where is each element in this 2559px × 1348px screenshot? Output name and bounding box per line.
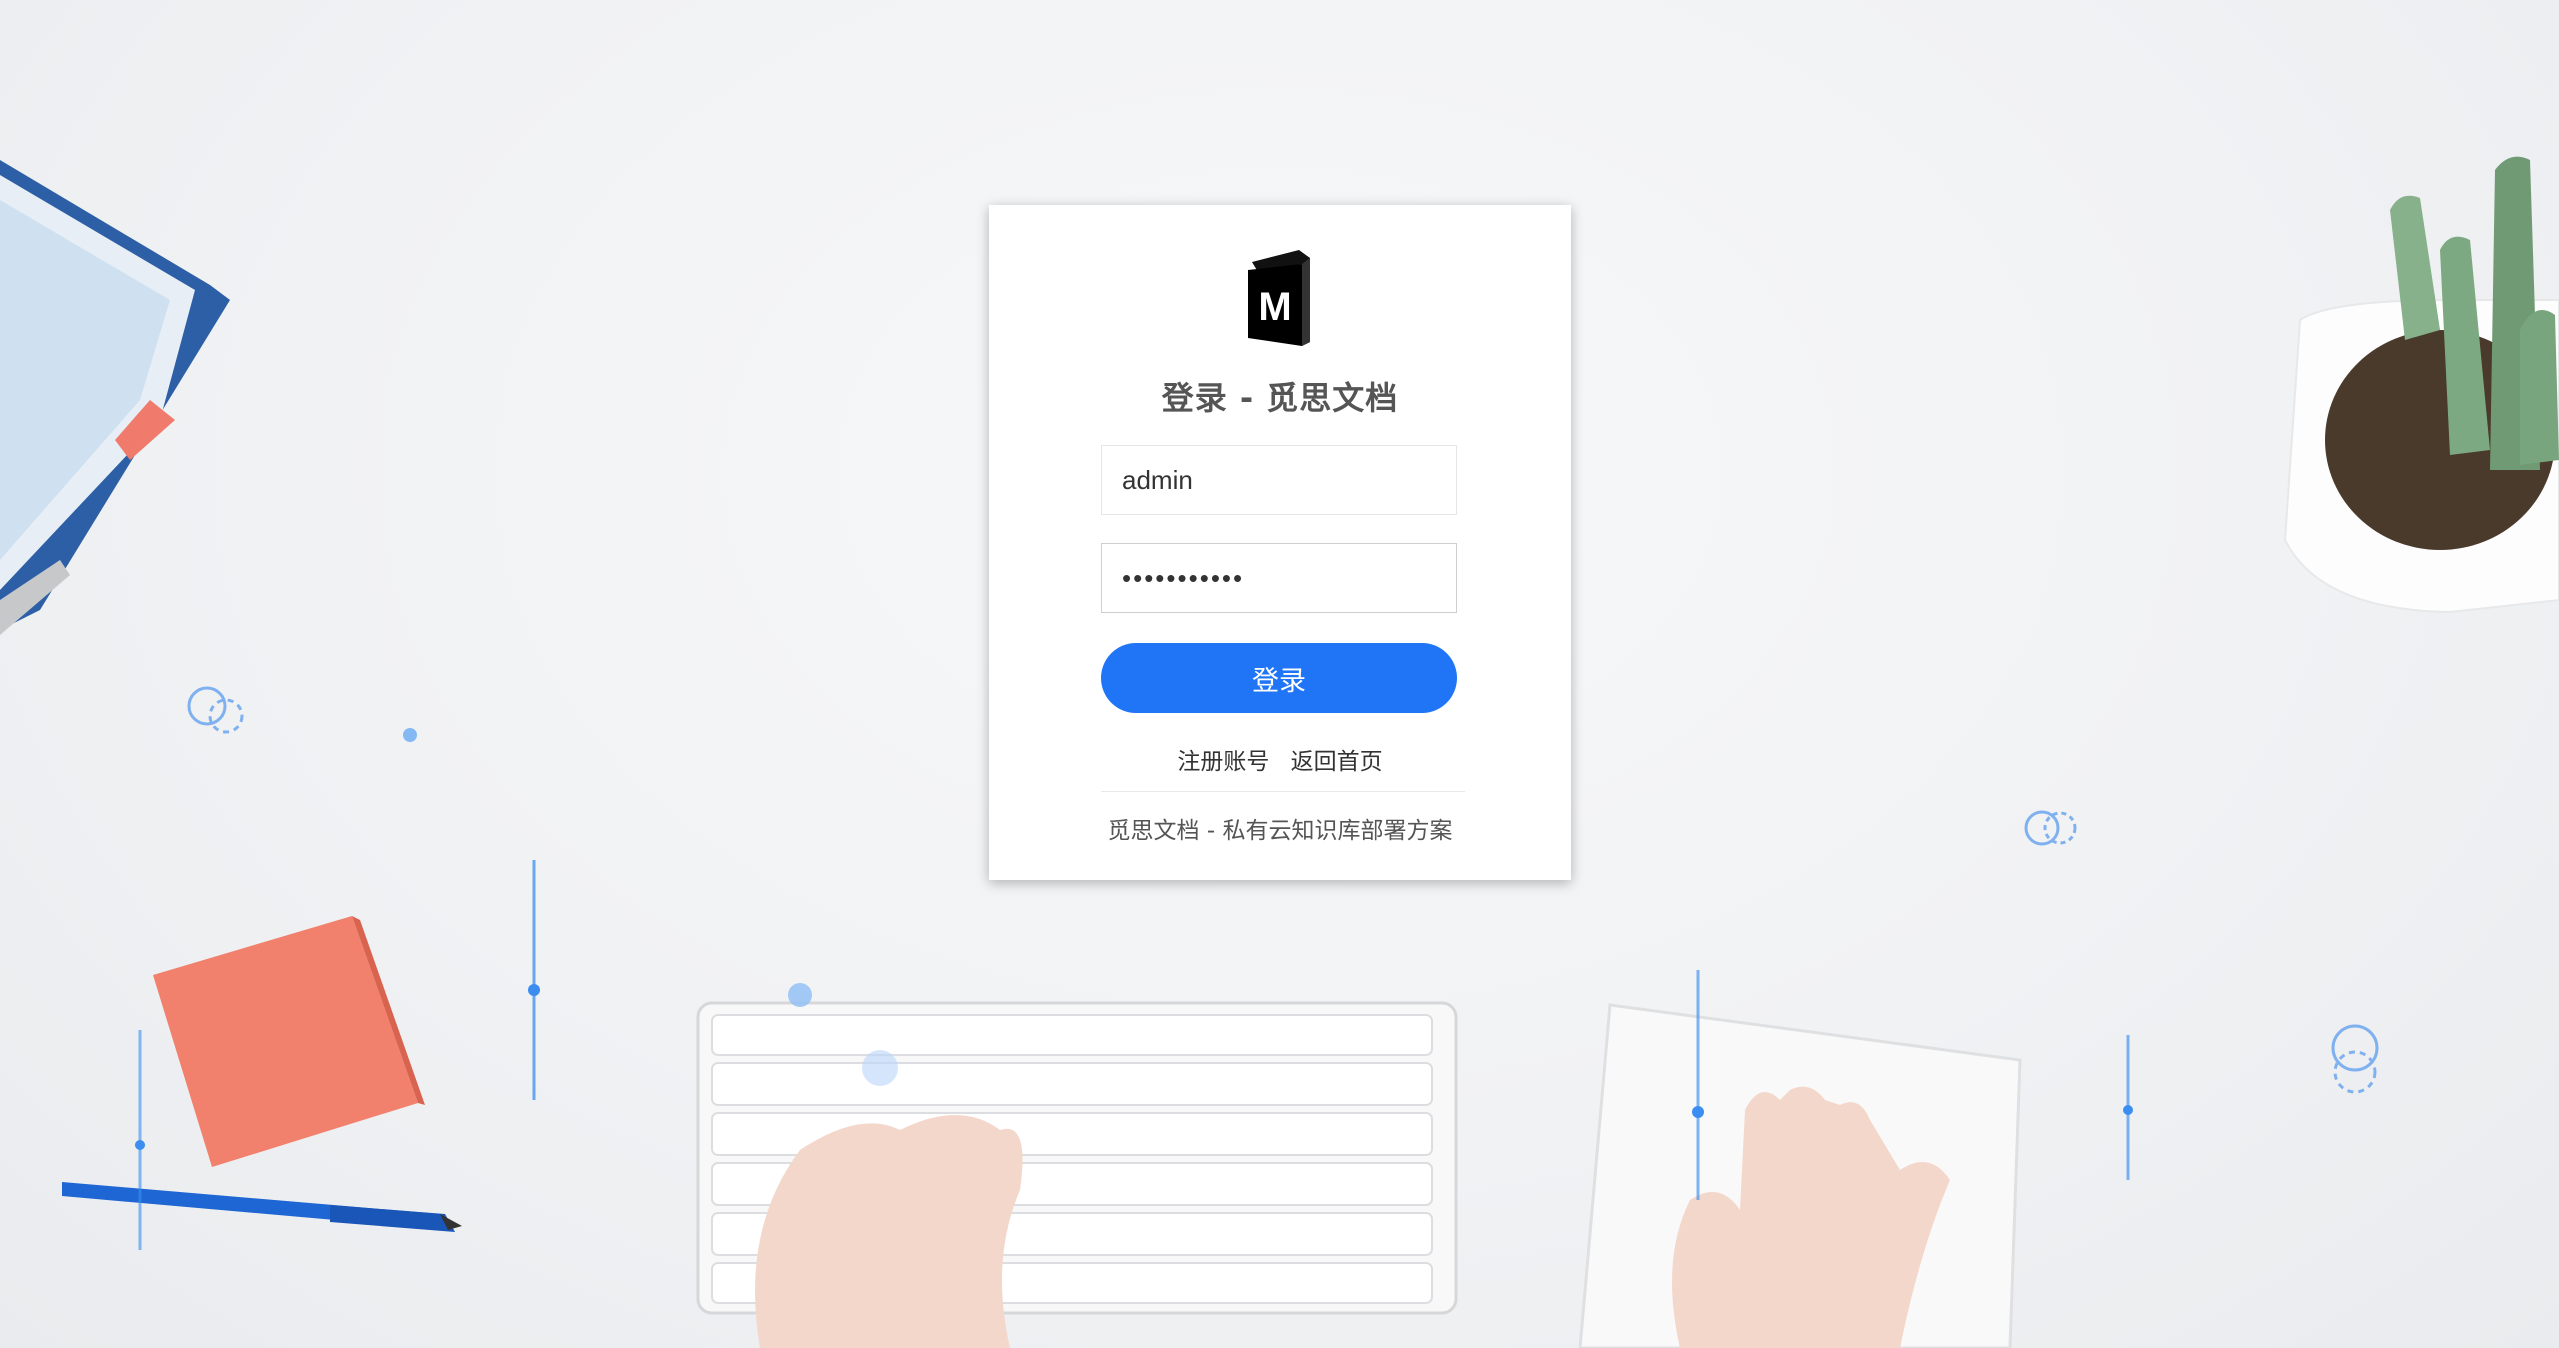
books-illustration — [0, 160, 230, 635]
register-link[interactable]: 注册账号 — [1177, 742, 1269, 776]
username-input[interactable] — [1101, 445, 1457, 515]
password-input[interactable] — [1101, 543, 1457, 613]
back-home-link[interactable]: 返回首页 — [1291, 742, 1383, 776]
login-page: M 登录 - 觅思文档 登录 注册账号 返回首页 觅思文档 - 私有云知识库部署… — [0, 0, 2559, 1348]
login-title: 登录 - 觅思文档 — [1161, 379, 1399, 417]
pen-illustration — [62, 1182, 462, 1232]
sticky-note-illustration — [153, 916, 425, 1167]
book-logo-icon: M — [1248, 250, 1310, 346]
login-card: M 登录 - 觅思文档 登录 注册账号 返回首页 觅思文档 - 私有云知识库部署… — [989, 205, 1571, 880]
auth-links: 注册账号 返回首页 — [989, 742, 1571, 776]
divider — [1101, 791, 1465, 792]
logo-letter: M — [1258, 285, 1291, 329]
footer-tagline: 觅思文档 - 私有云知识库部署方案 — [1107, 818, 1453, 844]
cactus-illustration — [2283, 156, 2559, 614]
login-button[interactable]: 登录 — [1101, 643, 1457, 713]
